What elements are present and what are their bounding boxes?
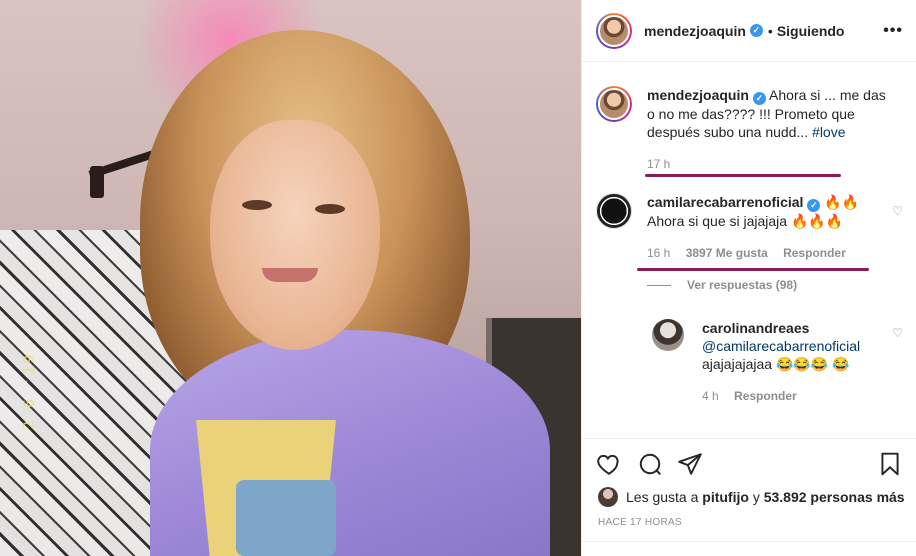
annotation-underline <box>637 268 869 271</box>
verified-badge-icon: ✓ <box>749 24 763 37</box>
save-bookmark-icon[interactable] <box>877 451 903 477</box>
post-sidebar: mendezjoaquin ✓ • Siguiendo ••• mendezjo… <box>581 0 916 556</box>
carolina-avatar[interactable] <box>652 319 684 351</box>
verified-badge-icon: ✓ <box>752 92 766 105</box>
liker-avatar[interactable] <box>598 487 618 507</box>
caption-time[interactable]: 17 h <box>647 157 670 171</box>
comment-camila-body: camilarecabarrenoficial ✓ 🔥🔥 Ahora si que… <box>647 193 887 262</box>
post-actions: Les gusta a pitufijo y 53.892 personas m… <box>582 438 916 556</box>
camila-avatar[interactable] <box>596 193 632 229</box>
photo-date-stamp: 2 6 '19 <box>20 352 38 430</box>
author-avatar[interactable] <box>596 12 632 49</box>
author-username[interactable]: mendezjoaquin <box>644 23 746 39</box>
more-options-icon[interactable]: ••• <box>883 22 903 40</box>
likes-middle: y <box>752 489 760 505</box>
camila-like-heart-icon[interactable]: ♡ <box>892 204 903 218</box>
carolina-username[interactable]: carolinandreaes <box>702 320 809 336</box>
camila-reply-button[interactable]: Responder <box>783 246 846 260</box>
separator-dot: • <box>767 22 773 39</box>
smile <box>262 268 318 282</box>
right-eye <box>315 204 345 214</box>
post-header: mendezjoaquin ✓ • Siguiendo ••• <box>582 0 916 62</box>
camila-text: Ahora si que si jajajaja 🔥🔥🔥 <box>647 213 844 229</box>
carolina-reply-button[interactable]: Responder <box>734 389 797 403</box>
view-replies-label: Ver respuestas (98) <box>687 278 798 292</box>
posted-ago[interactable]: HACE 17 HORAS <box>598 517 682 528</box>
likes-prefix: Les gusta a <box>626 489 699 505</box>
divider <box>582 541 916 542</box>
comment-carolina-body: carolinandreaes @camilarecabarrenoficial… <box>702 319 872 405</box>
likes-count[interactable]: 53.892 personas más <box>764 489 905 505</box>
liker-username[interactable]: pitufijo <box>702 489 749 505</box>
camila-time[interactable]: 16 h <box>647 246 670 260</box>
caption-meta: 17 h <box>647 155 887 173</box>
comment-bubble-icon[interactable] <box>637 451 663 477</box>
camila-username[interactable]: camilarecabarrenoficial <box>647 194 803 210</box>
carolina-like-heart-icon[interactable]: ♡ <box>892 326 903 340</box>
verified-badge-icon: ✓ <box>807 199 821 212</box>
carolina-text: ajajajajajaa 😂😂😂 😂 <box>702 356 850 372</box>
camila-meta: 16 h 3897 Me gusta Responder <box>647 244 887 262</box>
mention-link[interactable]: @camilarecabarrenoficial <box>702 338 860 354</box>
left-eye <box>242 200 272 210</box>
shirt-print <box>236 480 336 556</box>
view-replies-button[interactable]: Ver respuestas (98) <box>647 278 797 292</box>
following-button[interactable]: Siguiendo <box>777 23 845 39</box>
camila-inline-emoji: 🔥🔥 <box>824 194 860 210</box>
caption-avatar[interactable] <box>596 86 632 122</box>
carolina-time[interactable]: 4 h <box>702 389 719 403</box>
carolina-meta: 4 h Responder <box>702 387 872 405</box>
likes-summary: Les gusta a pitufijo y 53.892 personas m… <box>598 487 905 507</box>
caption-body: mendezjoaquin ✓ Ahora si ... me das o no … <box>647 86 887 173</box>
hashtag-link[interactable]: #love <box>812 124 845 140</box>
face <box>210 120 380 350</box>
caption-username[interactable]: mendezjoaquin <box>647 87 749 103</box>
replies-divider <box>647 284 671 286</box>
share-plane-icon[interactable] <box>677 451 703 477</box>
post-photo[interactable]: 2 6 '19 <box>0 0 581 556</box>
like-heart-icon[interactable] <box>596 451 622 477</box>
camila-likes[interactable]: 3897 Me gusta <box>686 246 768 260</box>
comments-list[interactable]: mendezjoaquin ✓ Ahora si ... me das o no … <box>582 62 916 438</box>
annotation-underline <box>645 174 841 177</box>
